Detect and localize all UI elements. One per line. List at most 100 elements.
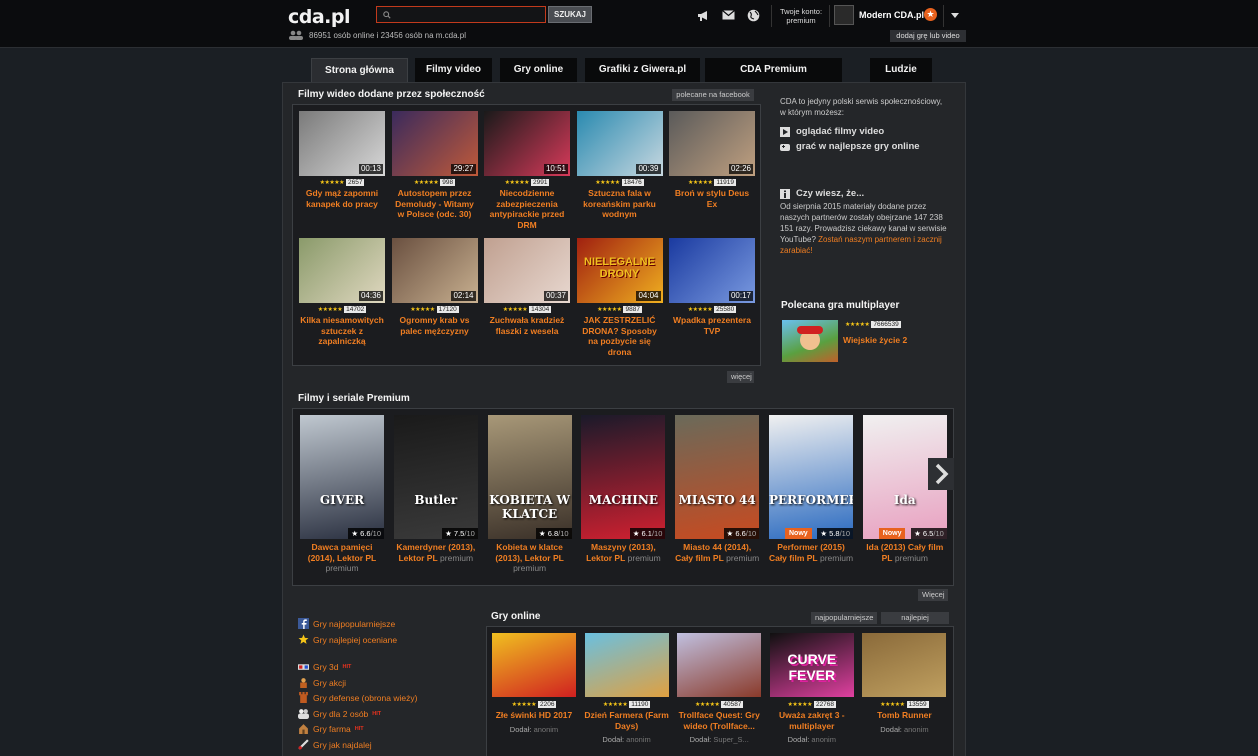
megaphone-icon[interactable] — [697, 9, 710, 22]
game-title[interactable]: Dzień Farmera (Farm Days) — [584, 710, 670, 731]
chevron-down-icon[interactable] — [951, 13, 959, 18]
add-content-button[interactable]: dodaj grę lub video — [890, 30, 966, 42]
movie-card[interactable]: KOBIETA W KLATCE ★ 6.8/10 Kobieta w klatc… — [487, 415, 573, 574]
video-thumbnail[interactable]: NIELEGALNE DRONY 04:04 — [576, 238, 663, 303]
video-title[interactable]: Zuchwała kradzież flaszki z wesela — [484, 315, 570, 336]
author-name[interactable]: anonim — [904, 725, 929, 734]
video-thumbnail[interactable]: 10:51 — [484, 111, 570, 176]
video-card[interactable]: 00:17 ★★★★★ 25580 Wpadka prezentera TVP — [669, 238, 755, 336]
tab-4[interactable]: CDA Premium — [705, 58, 842, 82]
video-card[interactable]: 00:13 ★★★★★ 2657 Gdy mąż zapomni kanapek … — [299, 111, 385, 209]
movie-card[interactable]: MIASTO 44 ★ 6.6/10 Miasto 44 (2014), Cały… — [674, 415, 760, 563]
game-category-link[interactable]: Gry defense (obrona wieży) — [298, 692, 417, 703]
movie-title[interactable]: Ida (2013) Cały film PL premium — [862, 542, 948, 563]
game-title[interactable]: Uważa zakręt 3 - multiplayer — [769, 710, 855, 731]
tab-0[interactable]: Strona główna — [311, 58, 408, 83]
search-box[interactable] — [376, 6, 546, 23]
tab-2[interactable]: Gry online — [500, 58, 577, 82]
play-games-link[interactable]: grać w najlepsze gry online — [780, 141, 920, 152]
video-title[interactable]: Gdy mąż zapomni kanapek do pracy — [299, 188, 385, 209]
game-thumbnail[interactable] — [677, 633, 762, 697]
movie-title[interactable]: Dawca pamięci (2014), Lektor PL premium — [299, 542, 385, 574]
game-category-link[interactable]: Gry dla 2 osób HIT — [298, 708, 381, 719]
video-title[interactable]: Broń w stylu Deus Ex — [669, 188, 755, 209]
game-category-link[interactable]: Gry farma HIT — [298, 723, 364, 734]
game-thumbnail[interactable] — [492, 633, 576, 697]
game-category-link[interactable]: Gry najpopularniejsze — [298, 618, 395, 629]
movie-title[interactable]: Kobieta w klatce (2013), Lektor PL premi… — [487, 542, 573, 574]
movie-title[interactable]: Kamerdyner (2013), Lektor PL premium — [393, 542, 479, 563]
multiplayer-game-thumbnail[interactable] — [782, 320, 838, 362]
multiplayer-game-link[interactable]: Wiejskie życie 2 — [843, 335, 907, 345]
video-title[interactable]: Wpadka prezentera TVP — [669, 315, 755, 336]
facebook-recommended-button[interactable]: polecane na facebook — [672, 89, 754, 101]
video-card[interactable]: 10:51 ★★★★★ 2991 Niecodzienne zabezpiecze… — [484, 111, 570, 230]
game-category-link[interactable]: Gry jak najdalej — [298, 739, 372, 750]
avatar[interactable] — [834, 5, 854, 25]
movie-card[interactable]: Butler ★ 7.5/10 Kamerdyner (2013), Lektor… — [393, 415, 479, 563]
video-title[interactable]: Niecodzienne zabezpieczenia antypirackie… — [484, 188, 570, 230]
logo[interactable]: cda.pl — [288, 6, 351, 28]
movie-poster[interactable]: PERFORMER Nowy ★ 5.8/10 — [769, 415, 853, 539]
video-title[interactable]: Ogromny krab vs palec mężczyzny — [392, 315, 478, 336]
video-card[interactable]: NIELEGALNE DRONY 04:04 ★★★★★ 9887 JAK ZEST… — [576, 238, 663, 357]
movie-poster[interactable]: MIASTO 44 ★ 6.6/10 — [675, 415, 760, 539]
game-card[interactable]: ★★★★★ 2206 Złe świnki HD 2017 Dodał: anon… — [491, 633, 577, 734]
game-thumbnail[interactable] — [862, 633, 947, 697]
game-card[interactable]: ★★★★★ 40587 Trollface Quest: Gry wideo (T… — [676, 633, 762, 744]
video-thumbnail[interactable]: 00:37 — [484, 238, 570, 303]
tab-1[interactable]: Filmy video — [415, 58, 492, 82]
username[interactable]: Modern CDA.pl — [859, 10, 924, 20]
author-name[interactable]: anonim — [811, 735, 836, 744]
author-name[interactable]: Super_S... — [713, 735, 748, 744]
video-card[interactable]: 29:27 ★★★★★ 998 Autostopem przez Demoludy… — [391, 111, 478, 220]
movie-card[interactable]: PERFORMER Nowy ★ 5.8/10 Performer (2015) C… — [768, 415, 854, 563]
video-thumbnail[interactable]: 02:26 — [669, 111, 755, 176]
video-title[interactable]: Kilka niesamowitych sztuczek z zapalnicz… — [299, 315, 385, 347]
video-thumbnail[interactable]: 00:39 — [576, 111, 663, 176]
search-input[interactable] — [395, 8, 541, 21]
video-card[interactable]: 02:14 ★★★★★ 17120 Ogromny krab vs palec m… — [391, 238, 478, 336]
game-thumbnail[interactable]: CURVE FEVER — [769, 633, 854, 697]
video-thumbnail[interactable]: 04:36 — [299, 238, 385, 303]
next-arrow[interactable] — [928, 458, 954, 490]
game-card[interactable]: CURVE FEVER ★★★★★ 22768 Uważa zakręt 3 - … — [769, 633, 855, 744]
movie-poster[interactable]: GIVER ★ 6.6/10 — [300, 415, 384, 539]
video-thumbnail[interactable]: 00:17 — [669, 238, 755, 303]
mail-icon[interactable] — [722, 9, 735, 21]
video-title[interactable]: Sztuczna fala w koreańskim parku wodnym — [577, 188, 663, 220]
video-thumbnail[interactable]: 02:14 — [391, 238, 478, 303]
author-name[interactable]: anonim — [534, 725, 559, 734]
game-thumbnail[interactable] — [584, 633, 669, 697]
game-card[interactable]: ★★★★★ 11190 Dzień Farmera (Farm Days) Dod… — [584, 633, 670, 744]
movie-card[interactable]: GIVER ★ 6.6/10 Dawca pamięci (2014), Lekt… — [299, 415, 385, 574]
game-title[interactable]: Trollface Quest: Gry wideo (Trollface... — [676, 710, 762, 731]
video-title[interactable]: JAK ZESTRZELIĆ DRONA? Sposoby na pozbyci… — [577, 315, 663, 357]
tab-5[interactable]: Ludzie — [870, 58, 932, 82]
video-thumbnail[interactable]: 00:13 — [299, 111, 385, 176]
more-premium-button[interactable]: Więcej — [918, 589, 948, 601]
more-videos-button[interactable]: więcej — [727, 371, 754, 383]
game-card[interactable]: ★★★★★ 13559 Tomb Runner Dodał: anonim — [861, 633, 947, 734]
game-title[interactable]: Złe świnki HD 2017 — [491, 710, 577, 721]
video-card[interactable]: 00:37 ★★★★★ 14304 Zuchwała kradzież flasz… — [484, 238, 570, 336]
movie-poster[interactable]: Butler ★ 7.5/10 — [393, 415, 478, 539]
best-rated-button[interactable]: najlepiej oceniane — [881, 612, 949, 634]
most-popular-button[interactable]: najpopularniejsze — [811, 612, 877, 624]
watch-videos-link[interactable]: oglądać filmy video — [780, 126, 884, 137]
movie-title[interactable]: Performer (2015) Cały film PL premium — [768, 542, 854, 563]
globe-icon[interactable] — [747, 9, 760, 22]
movie-title[interactable]: Miasto 44 (2014), Cały film PL premium — [674, 542, 760, 563]
video-card[interactable]: 00:39 ★★★★★ 18476 Sztuczna fala w koreańs… — [576, 111, 663, 220]
game-title[interactable]: Tomb Runner — [861, 710, 947, 721]
video-title[interactable]: Autostopem przez Demoludy - Witamy w Pol… — [392, 188, 478, 220]
search-button[interactable]: SZUKAJ — [548, 6, 592, 23]
movie-title[interactable]: Maszyny (2013), Lektor PL premium — [580, 542, 666, 563]
game-category-link[interactable]: Gry akcji — [298, 677, 346, 688]
movie-card[interactable]: MACHINE ★ 6.1/10 Maszyny (2013), Lektor P… — [580, 415, 666, 563]
movie-poster[interactable]: MACHINE ★ 6.1/10 — [581, 415, 666, 539]
movie-poster[interactable]: KOBIETA W KLATCE ★ 6.8/10 — [487, 415, 572, 539]
game-category-link[interactable]: Gry 3d HIT — [298, 661, 351, 672]
tab-3[interactable]: Grafiki z Giwera.pl — [585, 58, 700, 82]
author-name[interactable]: anonim — [626, 735, 651, 744]
